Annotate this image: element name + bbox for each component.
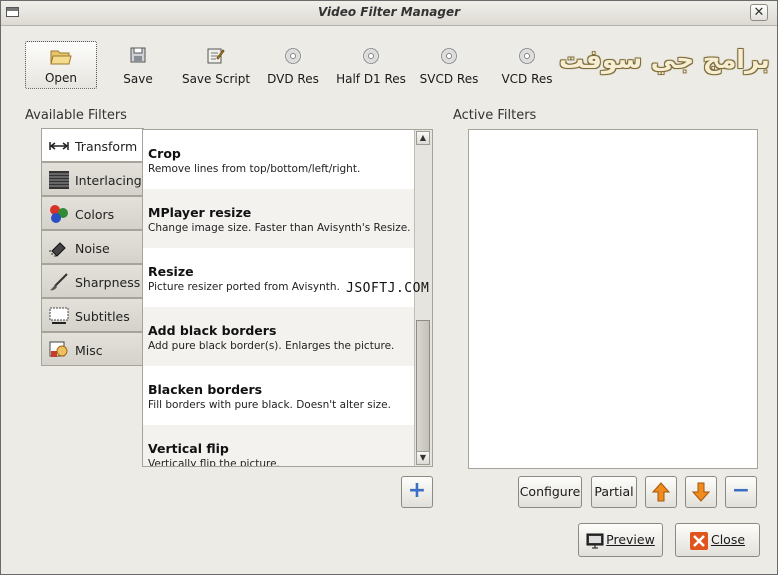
arrow-up-icon [651,482,671,502]
transform-arrows-icon [49,142,69,150]
svcd-res-label: SVCD Res [419,72,479,86]
filter-name: Crop [148,146,181,161]
script-edit-icon [207,48,225,64]
preview-label: Preview [606,532,655,547]
vcd-res-label: VCD Res [501,72,553,86]
scroll-down-arrow-icon[interactable]: ▼ [416,451,430,465]
save-label: Save [123,72,153,86]
filter-desc: Picture resizer ported from Avisynth. [148,281,340,293]
active-filters-label: Active Filters [453,108,537,123]
close-x-icon [689,531,708,550]
main-window: Video Filter Manager ✕ Open Save Save Sc… [0,0,778,575]
tab-misc[interactable]: Misc [41,332,143,366]
filters-scrollbar[interactable]: ▲ ▼ [414,130,432,466]
vcd-res-button[interactable]: VCD Res [497,41,557,89]
filter-desc: Vertically flip the picture. [148,458,280,467]
tab-label: Misc [75,343,103,358]
filter-item-mplayer-resize[interactable]: MPlayer resize Change image size. Faster… [143,189,415,248]
filter-name: Add black borders [148,323,277,338]
open-button[interactable]: Open [25,41,97,89]
save-button[interactable]: Save [105,41,171,89]
tab-noise[interactable]: Noise [41,230,143,264]
sharpness-brush-icon [50,273,68,291]
filter-desc: Fill borders with pure black. Doesn't al… [148,399,391,411]
dvd-res-label: DVD Res [267,72,319,86]
filter-item-blacken-borders[interactable]: Blacken borders Fill borders with pure b… [143,366,415,425]
svcd-res-button[interactable]: SVCD Res [417,41,481,89]
filter-item-resize[interactable]: Resize Picture resizer ported from Avisy… [143,248,415,307]
filter-item-crop[interactable]: Crop Remove lines from top/bottom/left/r… [143,130,415,189]
tab-label: Transform [75,139,138,154]
colors-dots-icon [50,205,68,223]
tab-sharpness[interactable]: Sharpness [41,264,143,298]
tab-subtitles[interactable]: Subtitles [41,298,143,332]
watermark-latin: JSOFTJ.COM [346,281,430,296]
preview-button[interactable]: Preview [578,523,663,557]
vcd-disc-icon [518,47,536,65]
preview-monitor-icon [586,533,604,548]
save-script-button[interactable]: Save Script [179,41,253,89]
available-filters-label: Available Filters [25,108,127,123]
window-close-button[interactable]: ✕ [750,4,768,21]
tab-label: Sharpness [75,275,141,290]
add-filter-button[interactable]: + [401,476,433,508]
folder-open-icon [50,50,72,65]
misc-icon [49,341,68,357]
close-label: Close [710,532,746,547]
window-title: Video Filter Manager [317,5,461,19]
save-script-label: Save Script [181,72,251,86]
partial-button[interactable]: Partial [591,476,637,508]
interlacing-lines-icon [49,171,69,189]
tab-transform[interactable]: Transform [41,128,144,162]
minus-icon: − [731,478,751,503]
filter-item-vertical-flip[interactable]: Vertical flip Vertically flip the pictur… [143,425,415,467]
available-filters-list[interactable]: Crop Remove lines from top/bottom/left/r… [142,129,433,467]
tab-label: Interlacing [75,173,142,188]
filter-desc: Change image size. Faster than Avisynth'… [148,222,411,234]
configure-button[interactable]: Configure [518,476,582,508]
arrow-down-icon [691,482,711,502]
half-d1-res-button[interactable]: Half D1 Res [333,41,409,89]
tab-label: Noise [75,241,110,256]
move-down-button[interactable] [685,476,717,508]
filter-desc: Add pure black border(s). Enlarges the p… [148,340,395,352]
open-label: Open [44,71,78,85]
dvd-disc-icon [284,47,302,65]
half-d1-res-label: Half D1 Res [336,72,406,86]
floppy-save-icon [130,47,146,63]
tab-label: Colors [75,207,115,222]
title-bar: Video Filter Manager ✕ [1,1,777,26]
move-up-button[interactable] [645,476,677,508]
noise-icon [49,242,66,257]
filter-name: Blacken borders [148,382,263,397]
half-d1-disc-icon [362,47,380,65]
scroll-up-arrow-icon[interactable]: ▲ [416,131,430,145]
dvd-res-button[interactable]: DVD Res [263,41,323,89]
active-filters-list[interactable] [468,129,758,469]
subtitles-icon [49,307,69,324]
filter-name: MPlayer resize [148,205,252,220]
plus-icon: + [407,478,427,503]
filter-desc: Remove lines from top/bottom/left/right. [148,163,361,175]
watermark-arabic: برامج جي سوفت [559,45,770,74]
scroll-thumb[interactable] [416,320,430,454]
tab-interlacing[interactable]: Interlacing [41,162,143,196]
svcd-disc-icon [440,47,458,65]
filter-name: Resize [148,264,194,279]
filter-name: Vertical flip [148,441,229,456]
tab-label: Subtitles [75,309,130,324]
filter-item-add-black-borders[interactable]: Add black borders Add pure black border(… [143,307,415,366]
tab-colors[interactable]: Colors [41,196,143,230]
remove-filter-button[interactable]: − [725,476,757,508]
close-button[interactable]: Close [675,523,760,557]
